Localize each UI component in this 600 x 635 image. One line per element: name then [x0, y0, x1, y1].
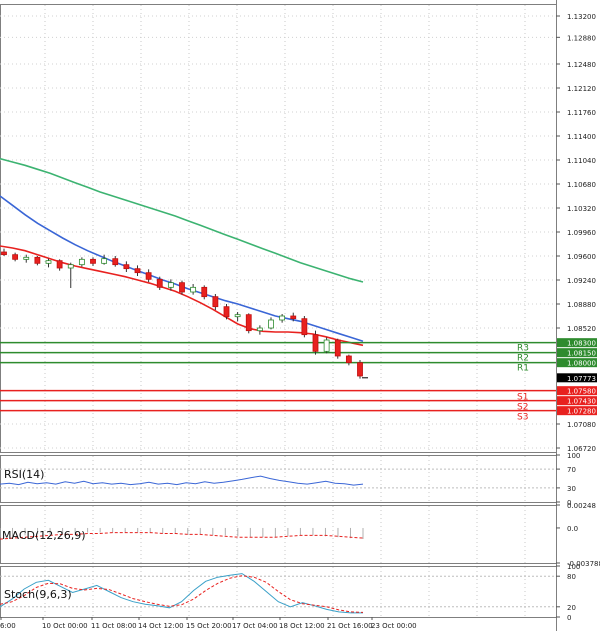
candle-body: [23, 256, 30, 260]
candle-body: [134, 268, 141, 274]
rsi-tick-label: 100: [567, 452, 580, 460]
price-tick-label: 1.09240: [567, 277, 596, 285]
level-label-s3: S3: [517, 413, 528, 423]
price-tick-label: 1.11400: [567, 133, 596, 141]
candle-body: [56, 260, 63, 269]
candle-body: [256, 327, 263, 332]
main-panel-frame: [0, 4, 557, 453]
price-tick-label: 1.08880: [567, 301, 596, 309]
candle-body: [201, 286, 208, 298]
candle-body: [245, 314, 252, 332]
chart-canvas: 1.13200 1.12880 1.12480 1.12120 1.11760 1.114…: [0, 0, 600, 631]
level-price-label: 1.08150: [567, 350, 596, 358]
level-price-label: 1.07430: [567, 398, 596, 406]
price-tick-label: 1.07080: [567, 421, 596, 429]
candle-body: [290, 315, 297, 320]
price-tick-label: 1.11040: [567, 157, 596, 165]
price-tick-label: 1.13200: [567, 13, 596, 21]
candle-body: [1, 251, 7, 256]
candle-body: [167, 282, 174, 288]
level-price-label: 1.08000: [567, 360, 596, 368]
candle-body: [279, 315, 286, 321]
candle-body: [357, 362, 363, 377]
time-axis-label: 11 Oct 08:00: [91, 622, 137, 630]
candle-body: [123, 264, 130, 270]
stoch-tick-label: 20: [567, 604, 576, 612]
candle-body: [179, 282, 185, 293]
price-tick-label: 1.12880: [567, 34, 596, 42]
candle-body: [301, 318, 308, 336]
time-axis-label: 6:00: [0, 622, 16, 630]
price-tick-label: 1.12120: [567, 85, 596, 93]
candle-body: [223, 306, 230, 318]
candle-body: [12, 254, 19, 260]
stoch-panel-frame: [0, 566, 557, 618]
candle-body: [234, 314, 241, 318]
rsi-panel-label: RSI(14): [4, 468, 44, 481]
candle-body: [190, 286, 197, 293]
time-axis-label: 21 Oct 16:00: [327, 622, 373, 630]
candle-body: [156, 278, 163, 288]
stoch-tick-label: 80: [567, 573, 576, 581]
candle-body: [323, 339, 330, 352]
candle-body: [312, 334, 319, 352]
price-tick-label: 1.10320: [567, 205, 596, 213]
time-axis-label: 18 Oct 12:00: [279, 622, 325, 630]
macd-tick-label: 0.0: [567, 525, 578, 533]
forex-chart: 1.13200 1.12880 1.12480 1.12120 1.11760 1.114…: [0, 0, 600, 631]
time-axis-label: 17 Oct 04:00: [232, 622, 278, 630]
candle-body: [45, 260, 52, 264]
stoch-tick-label: 0: [567, 614, 571, 622]
level-price-label: 1.07580: [567, 388, 596, 396]
candle-body: [345, 355, 352, 364]
time-axis-label: 10 Oct 00:00: [42, 622, 88, 630]
candle-body: [101, 258, 108, 264]
rsi-panel-frame: [0, 455, 557, 503]
rsi-tick-label: 70: [567, 466, 576, 474]
candle-body: [268, 319, 274, 329]
candle-body: [212, 296, 219, 308]
rsi-tick-label: 30: [567, 485, 576, 493]
stoch-tick-label: 100: [567, 563, 580, 571]
time-axis-label: 14 Oct 12:00: [138, 622, 184, 630]
candle-body: [90, 258, 96, 264]
time-axis-label: 23 Oct 00:00: [371, 622, 417, 630]
candle-body: [78, 258, 85, 266]
level-price-label: 1.07280: [567, 408, 596, 416]
level-label-r1: R1: [517, 364, 529, 374]
candle-body: [34, 256, 41, 264]
stoch-panel-label: Stoch(9,6,3): [4, 588, 72, 601]
candle-body: [67, 264, 74, 269]
price-tick-label: 1.09960: [567, 229, 596, 237]
price-tick-label: 1.12480: [567, 61, 596, 69]
price-tick-label: 1.10680: [567, 181, 596, 189]
level-price-label: 1.08300: [567, 340, 596, 348]
current-price-label: 1.07773: [567, 375, 596, 383]
candle-body: [112, 258, 119, 266]
price-tick-label: 1.08520: [567, 325, 596, 333]
price-tick-label: 1.09600: [567, 253, 596, 261]
macd-tick-label: 0.00248: [567, 502, 596, 510]
macd-panel-label: MACD(12,26,9): [2, 529, 86, 542]
candle-body: [334, 339, 341, 357]
candle-body: [145, 272, 152, 280]
price-tick-label: 1.11760: [567, 109, 596, 117]
time-axis-label: 15 Oct 20:00: [186, 622, 232, 630]
